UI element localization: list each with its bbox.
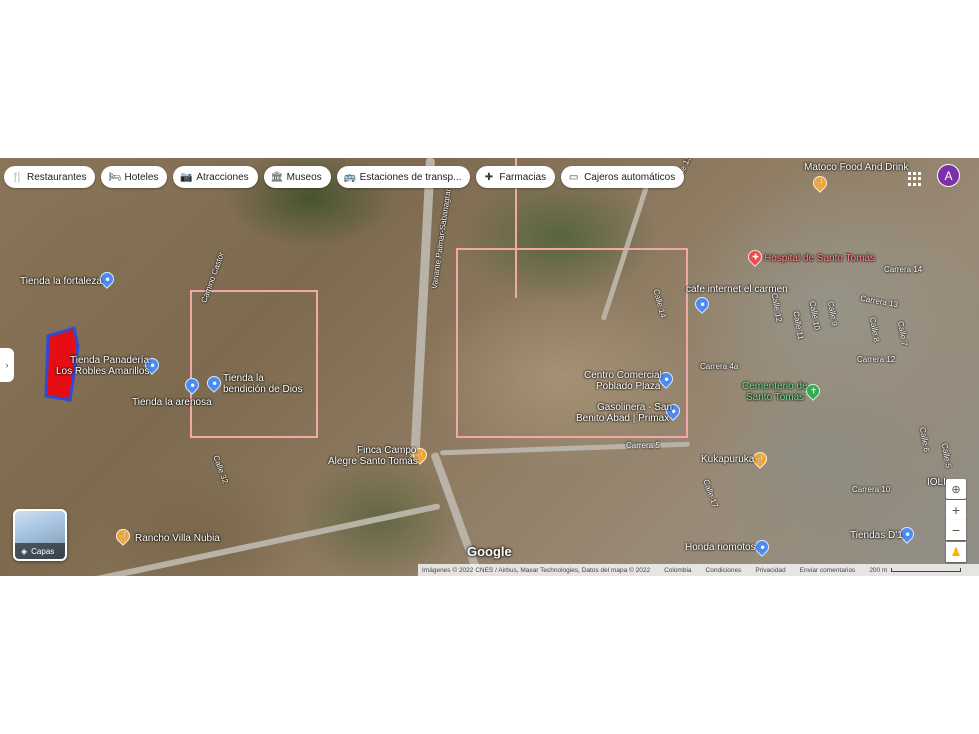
- layers-label: Capas: [31, 546, 55, 556]
- chip-label: Restaurantes: [27, 171, 87, 183]
- chip-label: Museos: [286, 171, 322, 183]
- place-label[interactable]: Tienda la arenosa: [132, 397, 212, 408]
- satellite-map[interactable]: 🍴 ✚ ● ● ● ● ● ● ✝ ● 🍴 🍴 🍴 ● ● Matoco Foo…: [0, 158, 979, 576]
- layers-icon: ◈: [21, 546, 28, 556]
- chip-label: Cajeros automáticos: [584, 171, 676, 183]
- place-label[interactable]: Rancho Villa Nubia: [135, 533, 220, 544]
- scale-label: 200 m: [869, 566, 888, 574]
- chip-museos[interactable]: 🏛 Museos: [263, 166, 331, 188]
- place-label[interactable]: Honda riomotos: [685, 542, 756, 553]
- restaurant-pin-icon[interactable]: 🍴: [810, 173, 830, 193]
- scale-bar[interactable]: 200 m: [869, 566, 962, 574]
- place-label[interactable]: Poblado Plaza: [596, 381, 661, 392]
- account-avatar[interactable]: A: [937, 164, 960, 187]
- scale-line: [891, 568, 962, 572]
- street-label: Carrera 12: [857, 355, 896, 364]
- street-label: Calle 8: [867, 316, 882, 343]
- place-label[interactable]: Santo Tomás: [746, 392, 804, 403]
- transit-icon: 🚌: [343, 171, 357, 183]
- privacy-link[interactable]: Privacidad: [755, 567, 785, 574]
- zoom-in-button[interactable]: +: [946, 500, 966, 520]
- chip-cajeros[interactable]: ▭ Cajeros automáticos: [561, 166, 685, 188]
- pegman-icon: ♟: [950, 545, 962, 559]
- place-label[interactable]: Los Robles Amarillos: [56, 366, 149, 377]
- place-label[interactable]: Tienda la fortaleza: [20, 276, 102, 287]
- map-footer: Imágenes © 2022 CNES / Airbus, Maxar Tec…: [418, 564, 979, 576]
- street-label: Calle 10: [807, 300, 822, 331]
- place-label[interactable]: Alegre Santo Tomás: [328, 456, 418, 467]
- chip-hoteles[interactable]: 🛏 Hoteles: [101, 166, 168, 188]
- place-label[interactable]: Finca Campo: [357, 445, 416, 456]
- chip-label: Hoteles: [124, 171, 159, 183]
- chip-label: Estaciones de transp...: [359, 171, 462, 183]
- place-label[interactable]: Kukapuruka: [701, 454, 754, 465]
- street-label: Calle 11: [791, 310, 806, 341]
- apps-grid-icon[interactable]: [908, 172, 922, 186]
- imagery-credit: Imágenes © 2022 CNES / Airbus, Maxar Tec…: [422, 566, 651, 574]
- place-label[interactable]: Tiendas D'1: [850, 530, 903, 541]
- restaurant-icon: 🍴: [11, 171, 24, 183]
- chevron-right-icon: ›: [5, 360, 9, 370]
- feedback-link[interactable]: Enviar comentarios: [800, 567, 856, 574]
- museum-icon: 🏛: [270, 171, 284, 183]
- place-label[interactable]: IOLI: [927, 477, 946, 488]
- street-label: Carrera 5: [626, 441, 660, 450]
- street-label: Carrera 14: [884, 265, 923, 274]
- camera-icon: 📷: [180, 171, 193, 183]
- restaurant-pin-icon[interactable]: 🍴: [113, 526, 133, 546]
- chip-restaurantes[interactable]: 🍴 Restaurantes: [4, 166, 96, 188]
- parcel-boundary-1: [190, 290, 318, 438]
- place-label[interactable]: Centro Comercial: [584, 370, 662, 381]
- chip-transporte[interactable]: 🚌 Estaciones de transp...: [336, 166, 471, 188]
- chip-farmacias[interactable]: ✚ Farmacias: [476, 166, 556, 188]
- shop-pin-icon[interactable]: ●: [692, 294, 712, 314]
- street-label: Calle 9: [825, 300, 840, 327]
- crosshair-icon: ⊕: [951, 483, 961, 496]
- chip-label: Farmacias: [499, 171, 547, 183]
- place-label[interactable]: Benito Abad | Primax: [576, 413, 669, 424]
- zoom-out-button[interactable]: −: [946, 520, 966, 540]
- place-label[interactable]: Cementerio de: [742, 381, 808, 392]
- street-label: Calle 6: [917, 426, 932, 453]
- place-label[interactable]: Tienda la: [223, 373, 264, 384]
- street-label: Carrera 13: [859, 293, 899, 310]
- hospital-pin-icon[interactable]: ✚: [745, 247, 765, 267]
- layers-button[interactable]: ◈ Capas: [13, 509, 67, 561]
- street-label: Carrera 4a: [700, 362, 739, 371]
- street-label: Carrera 10: [852, 485, 891, 494]
- street-label: Calle 12: [769, 292, 784, 323]
- place-label[interactable]: bendición de Dios: [223, 384, 303, 395]
- country-link[interactable]: Colombia: [664, 567, 691, 574]
- place-label[interactable]: Gasolinera - San: [597, 402, 672, 413]
- place-label[interactable]: Matoco Food And Drink: [804, 162, 909, 173]
- street-label: Calle 5: [939, 442, 954, 469]
- place-label[interactable]: Hospital de Santo Tomás: [764, 253, 875, 264]
- atm-icon: ▭: [568, 171, 579, 183]
- expand-panel-button[interactable]: ›: [0, 348, 14, 382]
- category-chips: 🍴 Restaurantes 🛏 Hoteles 📷 Atracciones 🏛 Mus…: [4, 166, 685, 188]
- street-label: Calle 17: [701, 478, 720, 509]
- my-location-button[interactable]: ⊕: [946, 479, 966, 499]
- street-label: Calle 32: [211, 454, 230, 485]
- chip-atracciones[interactable]: 📷 Atracciones: [173, 166, 258, 188]
- google-logo: Google: [467, 544, 512, 559]
- terms-link[interactable]: Condiciones: [706, 567, 742, 574]
- place-label[interactable]: Tienda Panadería: [70, 355, 149, 366]
- street-label: Calle 7: [895, 320, 910, 347]
- pharmacy-icon: ✚: [484, 171, 494, 183]
- layers-label-bar: ◈ Capas: [15, 543, 65, 559]
- main-highway: [410, 158, 435, 458]
- bed-icon: 🛏: [108, 171, 122, 183]
- plus-icon: +: [951, 502, 961, 518]
- minus-icon: −: [951, 522, 961, 538]
- chip-label: Atracciones: [196, 171, 249, 183]
- street-view-pegman[interactable]: ♟: [946, 542, 966, 562]
